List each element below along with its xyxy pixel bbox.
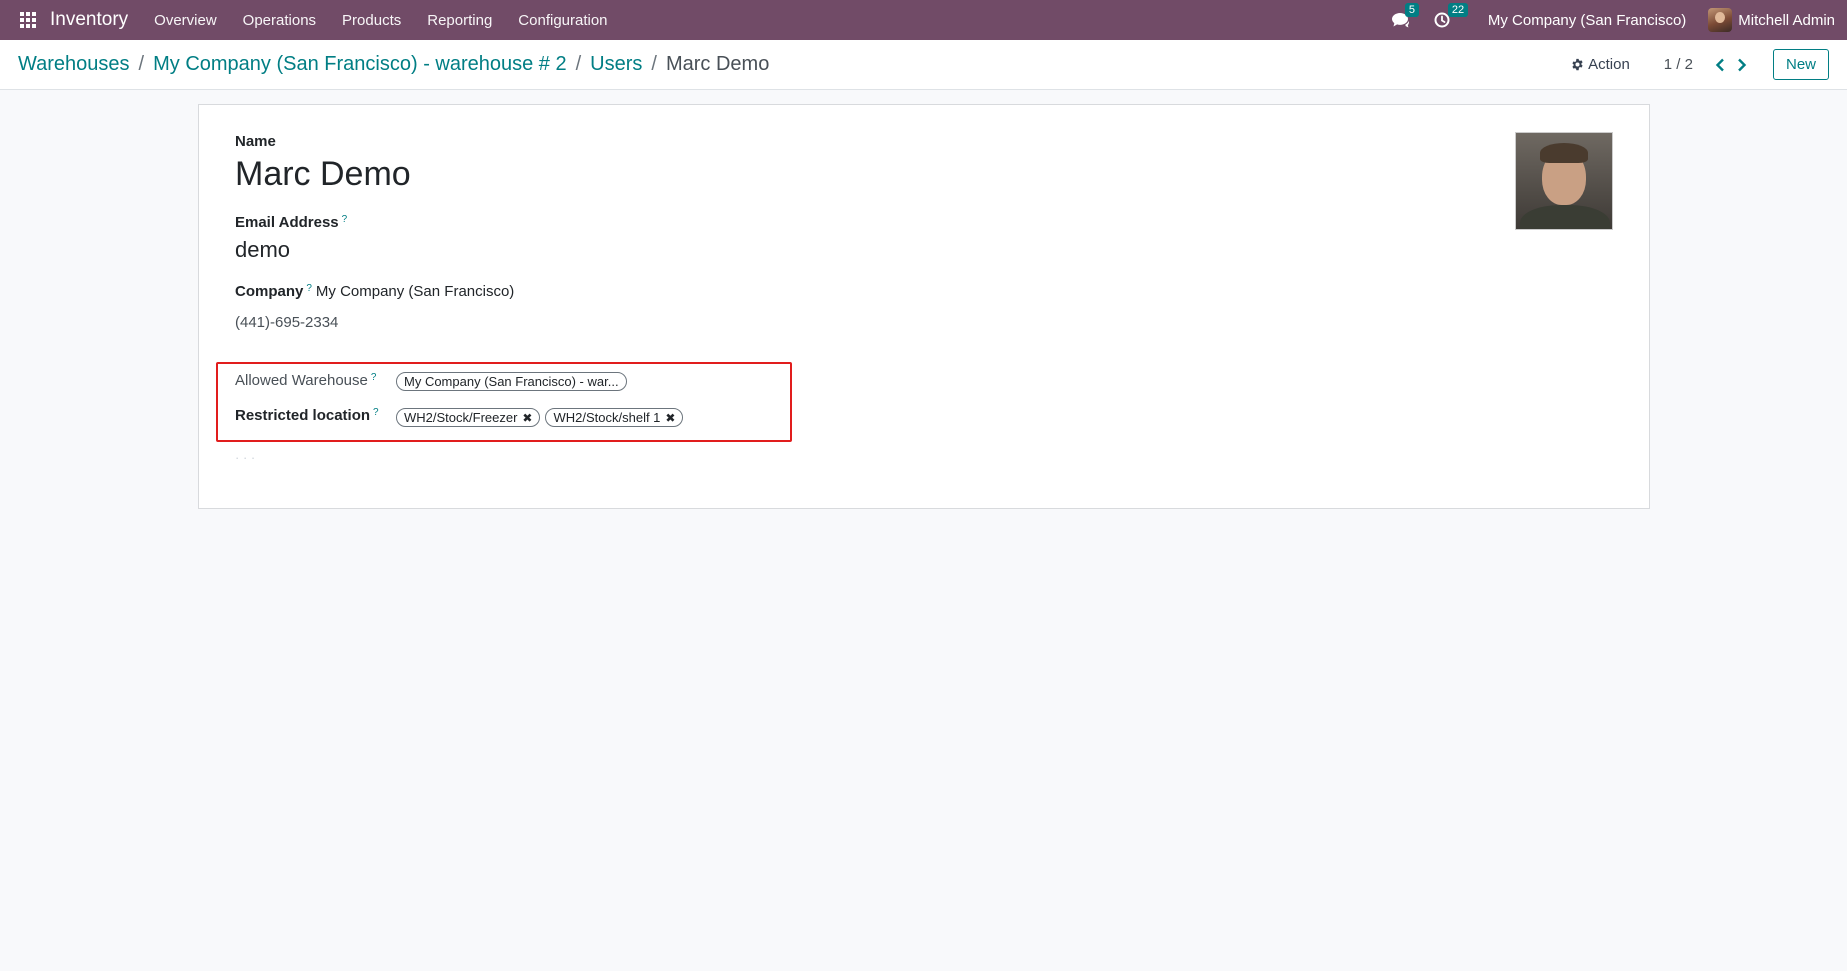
allowed-warehouse-label: Allowed Warehouse?	[235, 372, 376, 389]
restricted-location-label: Restricted location?	[235, 407, 379, 424]
photo-hair	[1540, 143, 1588, 163]
email-help-icon[interactable]: ?	[342, 214, 348, 225]
tag-label: WH2/Stock/Freezer	[404, 410, 518, 425]
activities-count-badge: 22	[1447, 3, 1469, 17]
allowed-warehouse-help-icon[interactable]: ?	[371, 372, 377, 383]
restricted-location-label-text: Restricted location	[235, 407, 371, 424]
breadcrumb-separator: /	[138, 53, 145, 75]
restricted-location-help-icon[interactable]: ?	[373, 407, 379, 418]
breadcrumb-warehouses[interactable]: Warehouses	[18, 53, 130, 76]
restricted-location-field[interactable]: WH2/Stock/Freezer ✖ WH2/Stock/shelf 1 ✖	[396, 408, 688, 427]
user-name: Mitchell Admin	[1738, 11, 1835, 29]
company-switcher[interactable]: My Company (San Francisco)	[1488, 12, 1686, 29]
control-panel: Warehouses / My Company (San Francisco) …	[0, 40, 1847, 90]
app-brand[interactable]: Inventory	[50, 9, 128, 31]
breadcrumb-current: Marc Demo	[665, 53, 770, 75]
company-help-icon[interactable]: ?	[306, 283, 312, 294]
chevron-right-icon	[1738, 58, 1747, 71]
restricted-location-tag-freezer[interactable]: WH2/Stock/Freezer ✖	[396, 408, 541, 427]
top-navbar: Inventory Overview Operations Products R…	[0, 0, 1847, 40]
breadcrumb-warehouse[interactable]: My Company (San Francisco) - warehouse #…	[153, 53, 567, 76]
action-label: Action	[1588, 56, 1630, 73]
new-button[interactable]: New	[1772, 49, 1829, 80]
allowed-warehouse-label-text: Allowed Warehouse	[235, 372, 368, 389]
company-row: Company? My Company (San Francisco)	[235, 283, 514, 300]
menu-operations[interactable]: Operations	[243, 12, 316, 29]
action-menu-button[interactable]: Action	[1571, 56, 1630, 73]
menu-configuration[interactable]: Configuration	[518, 12, 607, 29]
email-label-text: Email Address	[235, 214, 339, 231]
allowed-warehouse-tag[interactable]: My Company (San Francisco) - war...	[396, 372, 627, 391]
breadcrumb: Warehouses / My Company (San Francisco) …	[18, 53, 769, 76]
menu-reporting[interactable]: Reporting	[427, 12, 492, 29]
allowed-warehouse-field[interactable]: My Company (San Francisco) - war...	[396, 372, 632, 391]
apps-menu-icon[interactable]	[20, 12, 36, 28]
user-menu[interactable]: Mitchell Admin	[1708, 8, 1835, 32]
messages-count-badge: 5	[1404, 3, 1420, 17]
pager-next-button[interactable]	[1731, 58, 1753, 72]
remove-tag-icon[interactable]: ✖	[522, 411, 532, 425]
menu-products[interactable]: Products	[342, 12, 401, 29]
name-label: Name	[235, 133, 276, 150]
company-field[interactable]: My Company (San Francisco)	[316, 283, 514, 300]
activities-button[interactable]: 22	[1434, 3, 1469, 28]
tag-label: WH2/Stock/shelf 1	[553, 410, 661, 425]
gear-icon	[1572, 58, 1583, 71]
email-label: Email Address?	[235, 214, 347, 231]
user-photo[interactable]	[1515, 132, 1613, 230]
remove-tag-icon[interactable]: ✖	[665, 411, 675, 425]
form-sheet: Name Marc Demo Email Address? demo Compa…	[198, 104, 1650, 509]
pager-value[interactable]: 1 / 2	[1664, 56, 1693, 73]
breadcrumb-users[interactable]: Users	[590, 53, 642, 76]
user-avatar	[1708, 8, 1733, 32]
control-panel-actions: Action 1 / 2 New	[1571, 49, 1829, 80]
company-label: Company	[235, 283, 304, 300]
email-field[interactable]: demo	[235, 237, 290, 263]
messages-button[interactable]: 5	[1391, 3, 1420, 28]
breadcrumb-separator: /	[651, 53, 657, 75]
chevron-left-icon	[1715, 58, 1724, 71]
photo-shirt	[1520, 205, 1610, 229]
faded-partial-row: · · ·	[235, 450, 256, 465]
pager-previous-button[interactable]	[1709, 58, 1731, 72]
phone-field[interactable]: (441)-695-2334	[235, 314, 338, 331]
breadcrumb-separator: /	[575, 53, 582, 75]
main-menu: Overview Operations Products Reporting C…	[154, 12, 633, 29]
restricted-location-tag-shelf[interactable]: WH2/Stock/shelf 1 ✖	[545, 408, 684, 427]
menu-overview[interactable]: Overview	[154, 12, 217, 29]
tag-label: My Company (San Francisco) - war...	[404, 374, 619, 389]
systray: 5 22 My Company (San Francisco) Mitchell…	[1391, 3, 1835, 32]
name-field[interactable]: Marc Demo	[235, 155, 411, 194]
